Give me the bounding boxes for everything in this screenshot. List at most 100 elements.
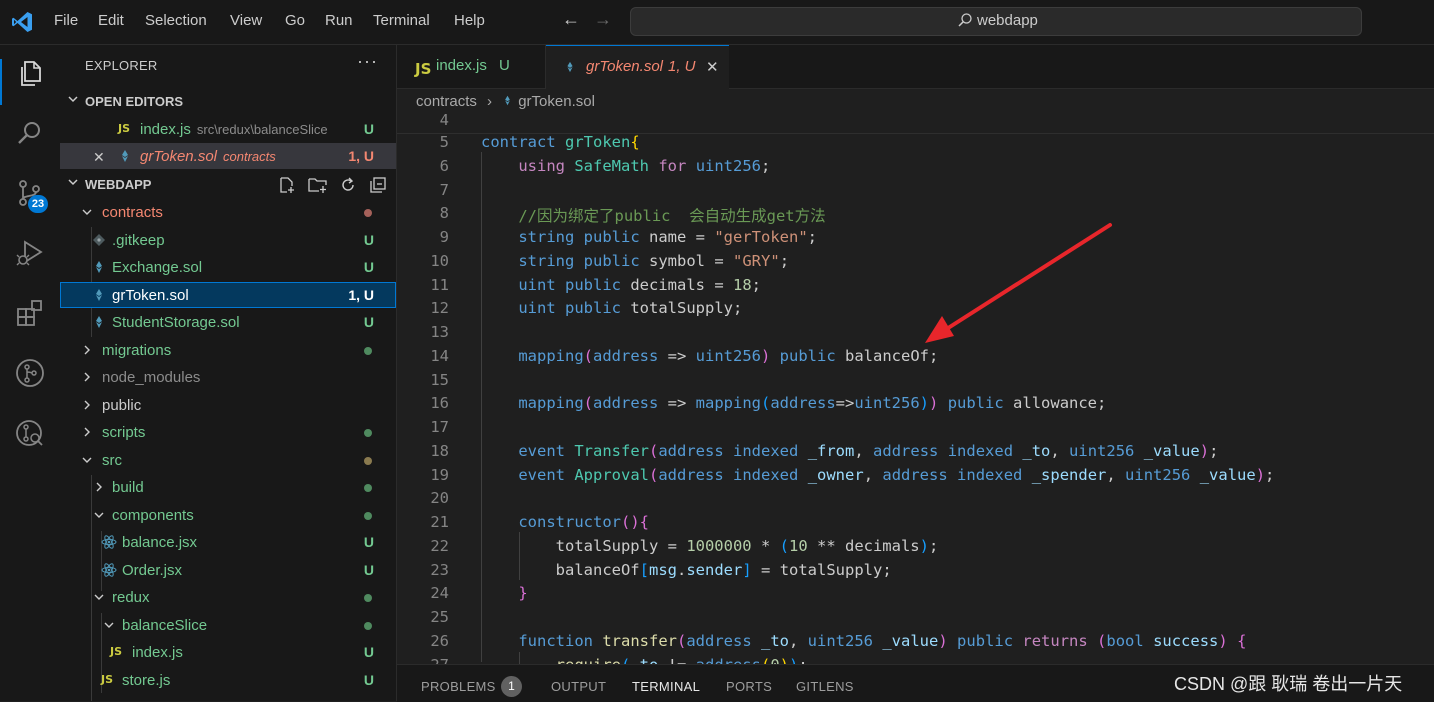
menu-view[interactable]: View bbox=[230, 12, 262, 29]
code-text: } bbox=[518, 584, 528, 602]
open-editor-item-active[interactable]: ✕ grToken.sol contracts 1, U bbox=[60, 143, 396, 169]
open-editor-name: grToken.sol contracts bbox=[140, 148, 276, 165]
indent-guide bbox=[481, 152, 482, 662]
code-text: uint public totalSupply; bbox=[518, 299, 743, 317]
git-status-badge: U bbox=[363, 644, 374, 660]
line-number: 7 bbox=[439, 181, 449, 199]
tree-file-studentstorage[interactable]: StudentStorage.sol U bbox=[60, 309, 396, 335]
gitlens-icon[interactable] bbox=[14, 357, 46, 389]
workspace-header[interactable]: WEBDAPP bbox=[60, 174, 396, 196]
indent-guide bbox=[519, 532, 520, 580]
menu-file[interactable]: File bbox=[54, 12, 78, 29]
tree-folder-contracts[interactable]: contracts bbox=[60, 199, 396, 225]
close-editor-icon[interactable]: ✕ bbox=[93, 149, 105, 166]
tree-folder-migrations[interactable]: migrations bbox=[60, 337, 396, 363]
run-debug-icon[interactable] bbox=[14, 237, 46, 269]
line-number: 11 bbox=[430, 276, 449, 294]
tree-folder-redux[interactable]: redux bbox=[60, 584, 396, 610]
problems-status-badge: 1, U bbox=[348, 287, 374, 303]
line-number: 21 bbox=[430, 513, 449, 531]
status-dot bbox=[364, 429, 372, 437]
files-icon[interactable] bbox=[14, 57, 46, 89]
status-dot bbox=[364, 512, 372, 520]
line-number: 22 bbox=[430, 537, 449, 555]
tree-label: Order.jsx bbox=[122, 562, 183, 579]
code-text: mapping(address => mapping(address=>uint… bbox=[518, 394, 1107, 412]
refresh-icon[interactable] bbox=[339, 176, 357, 194]
tree-label: index.js bbox=[132, 644, 183, 661]
panel-tab-output[interactable]: OUTPUT bbox=[551, 679, 606, 694]
new-folder-icon[interactable] bbox=[307, 176, 328, 194]
code-text: //因为绑定了public 会自动生成get方法 bbox=[518, 207, 826, 225]
panel-tab-terminal[interactable]: TERMINAL bbox=[632, 679, 700, 694]
explorer-actions bbox=[278, 176, 395, 197]
menu-selection[interactable]: Selection bbox=[145, 12, 207, 29]
tree-folder-public[interactable]: public bbox=[60, 392, 396, 418]
search-icon[interactable] bbox=[14, 117, 46, 149]
tree-folder-build[interactable]: build bbox=[60, 474, 396, 500]
tree-file-balance-jsx[interactable]: balance.jsx U bbox=[60, 529, 396, 555]
tree-folder-components[interactable]: components bbox=[60, 502, 396, 528]
tab-index-js[interactable]: JS index.js U bbox=[397, 45, 546, 88]
chevron-down-icon bbox=[68, 96, 78, 103]
tree-label: node_modules bbox=[102, 369, 201, 386]
open-editors-header[interactable]: OPEN EDITORS bbox=[60, 91, 396, 113]
line-number: 8 bbox=[439, 204, 449, 222]
panel-tab-ports[interactable]: PORTS bbox=[726, 679, 772, 694]
nav-forward-arrow-icon[interactable]: → bbox=[594, 9, 612, 30]
tree-label: build bbox=[112, 479, 144, 496]
js-file-icon: JS bbox=[110, 645, 123, 658]
code-text: contract grToken{ bbox=[481, 133, 640, 151]
tree-file-order-jsx[interactable]: Order.jsx U bbox=[60, 557, 396, 583]
code-line: 16 mapping(address => mapping(address=>u… bbox=[397, 392, 1434, 416]
menu-help[interactable]: Help bbox=[454, 12, 485, 29]
menu-run[interactable]: Run bbox=[325, 12, 353, 29]
tree-folder-balanceslice[interactable]: balanceSlice bbox=[60, 612, 396, 638]
git-status-badge: U bbox=[363, 314, 374, 330]
tree-folder-scripts[interactable]: scripts bbox=[60, 419, 396, 445]
tree-file-gitkeep[interactable]: .gitkeep U bbox=[60, 227, 396, 253]
tree-file-index-js[interactable]: JS index.js U bbox=[60, 639, 396, 665]
code-editor[interactable]: 4 5 contract grToken{ 6 using SafeMath fo… bbox=[397, 112, 1434, 664]
git-status-badge: U bbox=[363, 232, 374, 248]
tree-file-store-js[interactable]: JS store.js U bbox=[60, 667, 396, 693]
code-line: 12 uint public totalSupply; bbox=[397, 297, 1434, 321]
tree-label: store.js bbox=[122, 672, 171, 689]
chevron-right-icon bbox=[84, 345, 90, 355]
collapse-all-icon[interactable] bbox=[369, 176, 387, 194]
tree-file-grtoken-selected[interactable]: grToken.sol 1, U bbox=[60, 282, 396, 308]
nav-back-arrow-icon[interactable]: ← bbox=[562, 9, 580, 30]
extensions-icon[interactable] bbox=[14, 297, 46, 329]
solidity-file-icon bbox=[96, 289, 102, 301]
chevron-right-icon: › bbox=[487, 93, 493, 110]
new-file-icon[interactable] bbox=[278, 176, 296, 194]
gitlens-inspect-icon[interactable] bbox=[14, 417, 46, 449]
breadcrumb-item[interactable]: contracts bbox=[416, 93, 477, 110]
explorer-sidebar: EXPLORER ··· OPEN EDITORS JS index.js src… bbox=[60, 45, 397, 701]
command-center-content: webdapp bbox=[957, 12, 1038, 29]
tree-file-exchange[interactable]: Exchange.sol U bbox=[60, 254, 396, 280]
close-tab-icon[interactable]: ✕ bbox=[706, 58, 719, 76]
tree-folder-src[interactable]: src bbox=[60, 447, 396, 473]
solidity-file-icon bbox=[505, 95, 511, 106]
git-status-badge: U bbox=[363, 121, 374, 137]
js-file-icon: JS bbox=[415, 60, 432, 78]
more-actions-icon[interactable]: ··· bbox=[357, 51, 378, 72]
code-line: 25 bbox=[397, 606, 1434, 630]
menu-go[interactable]: Go bbox=[285, 12, 305, 29]
panel-tab-problems[interactable]: PROBLEMS bbox=[421, 679, 496, 694]
panel-tab-gitlens[interactable]: GITLENS bbox=[796, 679, 854, 694]
js-file-icon: JS bbox=[101, 673, 114, 686]
command-center-search[interactable]: webdapp bbox=[630, 7, 1362, 36]
open-editor-item[interactable]: JS index.js src\redux\balanceSlice U bbox=[60, 116, 396, 142]
indent-guide bbox=[519, 652, 520, 664]
menu-edit[interactable]: Edit bbox=[98, 12, 124, 29]
tree-folder-node-modules[interactable]: node_modules bbox=[60, 364, 396, 390]
code-text: require(_to != address(0)); bbox=[481, 656, 808, 664]
menu-terminal[interactable]: Terminal bbox=[373, 12, 430, 29]
tab-grtoken-sol[interactable]: grToken.sol 1, U ✕ bbox=[546, 45, 729, 89]
vscode-logo-icon bbox=[12, 12, 32, 32]
code-line: 7 bbox=[397, 179, 1434, 203]
breadcrumb-item[interactable]: grToken.sol bbox=[518, 93, 595, 110]
git-status-badge: U bbox=[363, 562, 374, 578]
